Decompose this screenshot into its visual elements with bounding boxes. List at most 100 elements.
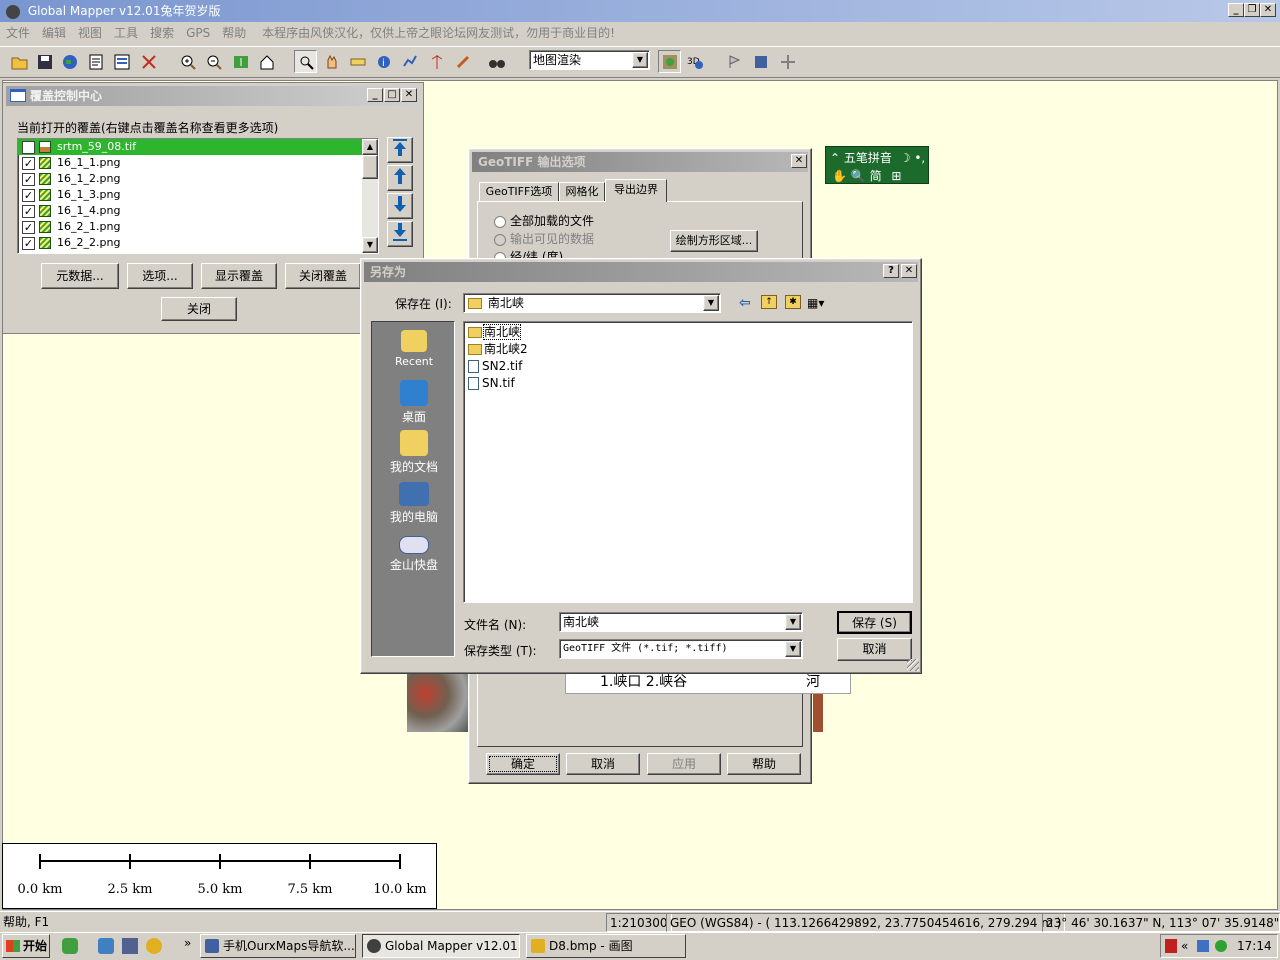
menu-item-3[interactable]: 工具 — [108, 26, 144, 40]
tray-expand-icon[interactable]: « — [1181, 935, 1188, 957]
place-my-computer[interactable]: 我的电脑 — [372, 482, 456, 525]
scroll-down-arrow[interactable]: ▼ — [362, 237, 378, 253]
layer-row[interactable]: ✓ 16_2_1.png — [18, 219, 362, 235]
zoom-tool-icon[interactable] — [294, 50, 317, 73]
layer-checkbox[interactable] — [22, 140, 35, 154]
place-recent[interactable]: Recent — [372, 330, 456, 368]
taskbar-button[interactable]: Global Mapper v12.01... — [362, 934, 520, 958]
home-icon[interactable] — [255, 50, 278, 73]
list-item[interactable]: SN2.tif — [468, 358, 522, 375]
layer-checkbox[interactable]: ✓ — [22, 220, 35, 234]
save-in-select[interactable]: 南北峡 ▼ — [463, 293, 721, 313]
layers-icon[interactable] — [110, 50, 133, 73]
menu-item-0[interactable]: 文件 — [0, 26, 36, 40]
minimize-button[interactable]: _ — [1228, 3, 1244, 17]
tab-0[interactable]: GeoTIFF选项 — [479, 182, 559, 201]
place-kuaipan[interactable]: 金山快盘 — [372, 536, 456, 573]
start-button[interactable]: 开始 — [2, 934, 50, 958]
panel-minimize-button[interactable]: _ — [367, 88, 383, 102]
move-bottom-button[interactable] — [387, 221, 413, 247]
radio-lat-lon[interactable]: 经/纬 (度) — [494, 248, 563, 258]
quick-launch-2-icon[interactable] — [98, 938, 114, 954]
show-overlay-button[interactable]: 显示覆盖 — [201, 263, 277, 289]
move-up-button[interactable] — [387, 165, 413, 191]
layer-checkbox[interactable]: ✓ — [22, 204, 35, 218]
ime-mode[interactable]: 简 — [870, 169, 882, 183]
zoom-in-icon[interactable] — [176, 50, 199, 73]
filename-input[interactable]: 南北峡 ▼ — [559, 612, 803, 632]
radio-all-files[interactable]: 全部加载的文件 — [494, 212, 594, 229]
menu-item-4[interactable]: 搜索 — [144, 26, 180, 40]
save-in-chevron-icon[interactable]: ▼ — [703, 295, 719, 311]
filetype-chevron-icon[interactable]: ▼ — [785, 641, 801, 657]
layer-checkbox[interactable]: ✓ — [22, 156, 35, 170]
options-button[interactable]: 选项... — [127, 263, 193, 289]
menu-item-5[interactable]: GPS — [180, 26, 216, 40]
pen-icon[interactable] — [451, 50, 474, 73]
cancel-button[interactable]: 取消 — [837, 638, 912, 661]
moon-icon[interactable]: ☽ — [900, 151, 911, 165]
measure-icon[interactable] — [346, 50, 369, 73]
list-item[interactable]: 南北峡 — [468, 324, 522, 341]
layer-row[interactable]: ✓ 16_2_2.png — [18, 235, 362, 251]
radio-visible-data[interactable]: 输出可见的数据 — [494, 230, 594, 247]
path-profile-icon[interactable] — [425, 50, 448, 73]
digitizer-icon[interactable] — [398, 50, 421, 73]
panel-close-button[interactable]: ✕ — [401, 88, 417, 102]
tray-pdf-icon[interactable] — [1165, 939, 1177, 953]
layer-checkbox[interactable]: ✓ — [22, 188, 35, 202]
layer-row[interactable]: ✓ 16_1_2.png — [18, 171, 362, 187]
geotiff-help-button[interactable]: 帮助 — [727, 753, 801, 775]
overlay-list[interactable]: srtm_59_08.tif ✓ 16_1_1.png ✓ 16_1_2.png ✓ 16_… — [17, 138, 379, 254]
draw-box-button[interactable]: 绘制方形区域... — [670, 230, 758, 252]
quick-launch-more-icon[interactable]: » — [184, 936, 191, 950]
info-icon[interactable]: i — [372, 50, 395, 73]
taskbar-button[interactable]: 手机OurxMaps导航软... — [200, 934, 356, 958]
quick-launch-4-icon[interactable] — [146, 938, 162, 954]
place-my-documents[interactable]: 我的文档 — [372, 430, 456, 475]
back-icon[interactable]: ⇦ — [739, 295, 751, 311]
file-list[interactable]: 南北峡 南北峡2 SN2.tif SN.tif — [463, 321, 913, 603]
layer-row[interactable]: ✓ 16_1_4.png — [18, 203, 362, 219]
filename-chevron-icon[interactable]: ▼ — [785, 614, 801, 630]
list-scrollbar[interactable]: ▲ ▼ — [362, 139, 378, 253]
new-folder-icon[interactable]: ✱ — [785, 295, 801, 309]
quick-launch-1-icon[interactable] — [62, 938, 78, 954]
help-question-button[interactable]: ? — [883, 264, 899, 278]
resize-grip-icon[interactable] — [907, 659, 919, 671]
scroll-up-arrow[interactable]: ▲ — [362, 139, 378, 155]
layer-checkbox[interactable]: ✓ — [22, 172, 35, 186]
geotiff-close-button[interactable]: ✕ — [791, 154, 807, 168]
close-panel-button[interactable]: 关闭 — [161, 297, 237, 321]
place-desktop[interactable]: 桌面 — [372, 380, 456, 425]
layer-checkbox[interactable]: ✓ — [22, 236, 35, 250]
filetype-select[interactable]: GeoTIFF 文件 (*.tif; *.tiff) ▼ — [559, 639, 803, 659]
view-menu-icon[interactable]: ▦▾ — [807, 296, 824, 310]
scroll-thumb[interactable] — [362, 155, 378, 179]
tab-1[interactable]: 网格化 — [559, 182, 605, 201]
panel-maximize-button[interactable]: □ — [384, 88, 400, 102]
gps-track-icon[interactable] — [749, 50, 772, 73]
search-icon[interactable]: 🔍 — [851, 169, 866, 183]
taskbar-button[interactable]: D8.bmp - 画图 — [526, 934, 686, 958]
layer-row[interactable]: ✓ 16_1_1.png — [18, 155, 362, 171]
layer-row[interactable]: ✓ 16_1_3.png — [18, 187, 362, 203]
ime-toggle-icon[interactable]: ⌃ — [830, 151, 840, 165]
shader-icon[interactable] — [658, 50, 681, 73]
binoculars-icon[interactable] — [485, 50, 508, 73]
tab-2[interactable]: 导出边界 — [605, 179, 667, 202]
keyboard-icon[interactable]: ⊞ — [891, 169, 901, 183]
tray-shield-icon[interactable] — [1215, 940, 1227, 952]
close-app-button[interactable]: ✕ — [1260, 3, 1276, 17]
move-down-button[interactable] — [387, 193, 413, 219]
zoom-out-icon[interactable] — [202, 50, 225, 73]
up-folder-icon[interactable]: ↑ — [761, 295, 777, 309]
menu-item-1[interactable]: 编辑 — [36, 26, 72, 40]
restore-button[interactable]: ❐ — [1244, 3, 1260, 17]
open-icon[interactable] — [8, 50, 31, 73]
list-item[interactable]: 南北峡2 — [468, 341, 528, 358]
metadata-button[interactable]: 元数据... — [41, 263, 119, 289]
geotiff-apply-button[interactable]: 应用 — [647, 753, 721, 775]
geotiff-ok-button[interactable]: 确定 — [486, 753, 560, 775]
menu-item-6[interactable]: 帮助 — [216, 26, 252, 40]
